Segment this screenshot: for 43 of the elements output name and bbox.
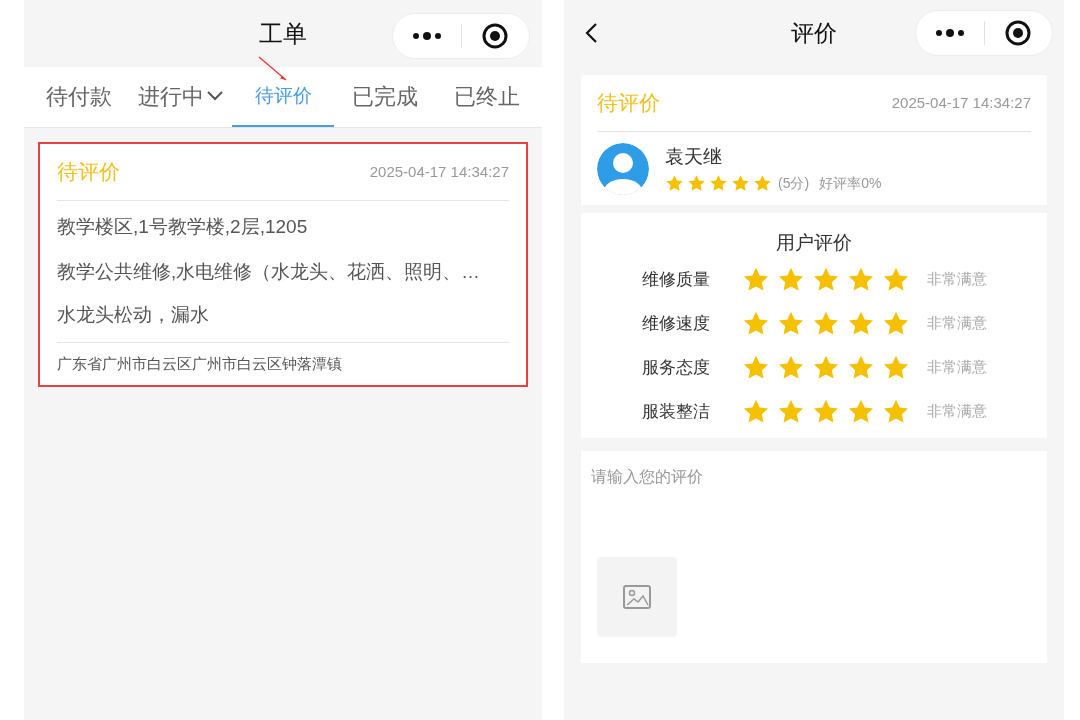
order-description: 水龙头松动，漏水 xyxy=(57,303,210,328)
status-tab[interactable]: 已终止 xyxy=(436,67,538,127)
rating-label: 维修速度 xyxy=(641,312,711,335)
order-status: 待评价 xyxy=(57,159,120,186)
page-title: 评价 xyxy=(791,18,837,48)
star-icon xyxy=(753,174,772,194)
status-tab[interactable]: 待付款 xyxy=(28,67,130,127)
worker-rating-rate: 好评率0% xyxy=(819,174,882,194)
chevron-down-icon xyxy=(206,90,224,102)
rating-label: 维修质量 xyxy=(641,268,711,291)
comment-card[interactable]: 请输入您的评价 xyxy=(581,450,1047,663)
order-card[interactable]: 待评价 2025-04-17 14:34:27 教学楼区,1号教学楼,2层,1205 教学公共维修,水电维修（水龙头、花洒、照明、… 水龙头松动，漏水 广东省广州市白云区广州市白云区钟落潭镇 xyxy=(38,142,528,387)
star-icon xyxy=(687,174,706,194)
page-title: 工单 xyxy=(259,18,307,49)
order-status: 待评价 xyxy=(597,90,660,117)
star-icon xyxy=(731,174,750,194)
ratings-title: 用户评价 xyxy=(776,231,852,255)
order-address: 广东省广州市白云区广州市白云区钟落潭镇 xyxy=(57,353,342,374)
star-rating[interactable] xyxy=(665,174,772,194)
star-icon xyxy=(709,174,728,194)
annotation-arrow xyxy=(257,55,289,83)
status-tab[interactable]: 进行中 xyxy=(130,67,232,127)
target-icon[interactable] xyxy=(482,23,509,49)
rating-label: 服务态度 xyxy=(641,356,711,379)
order-time: 2025-04-17 14:34:27 xyxy=(891,92,1031,113)
avatar-icon xyxy=(597,142,649,195)
order-time: 2025-04-17 14:34:27 xyxy=(369,161,509,182)
rating-verdict: 非常满意 xyxy=(926,357,987,378)
worker-name: 袁天继 xyxy=(665,144,723,169)
rating-verdict: 非常满意 xyxy=(926,269,987,290)
image-upload-button[interactable] xyxy=(597,556,677,637)
order-category: 教学公共维修,水电维修（水龙头、花洒、照明、… xyxy=(57,259,481,284)
back-icon[interactable] xyxy=(584,22,598,44)
rating-verdict: 非常满意 xyxy=(926,313,987,334)
rating-label: 服装整洁 xyxy=(641,400,711,423)
target-icon[interactable] xyxy=(1005,20,1032,46)
order-location: 教学楼区,1号教学楼,2层,1205 xyxy=(57,215,309,239)
image-icon xyxy=(623,584,651,609)
status-tab[interactable]: 待评价 xyxy=(232,67,334,127)
worker-score: (5分) xyxy=(778,174,810,194)
status-tab[interactable]: 已完成 xyxy=(334,67,436,127)
rating-verdict: 非常满意 xyxy=(926,401,987,422)
star-icon xyxy=(665,174,684,194)
